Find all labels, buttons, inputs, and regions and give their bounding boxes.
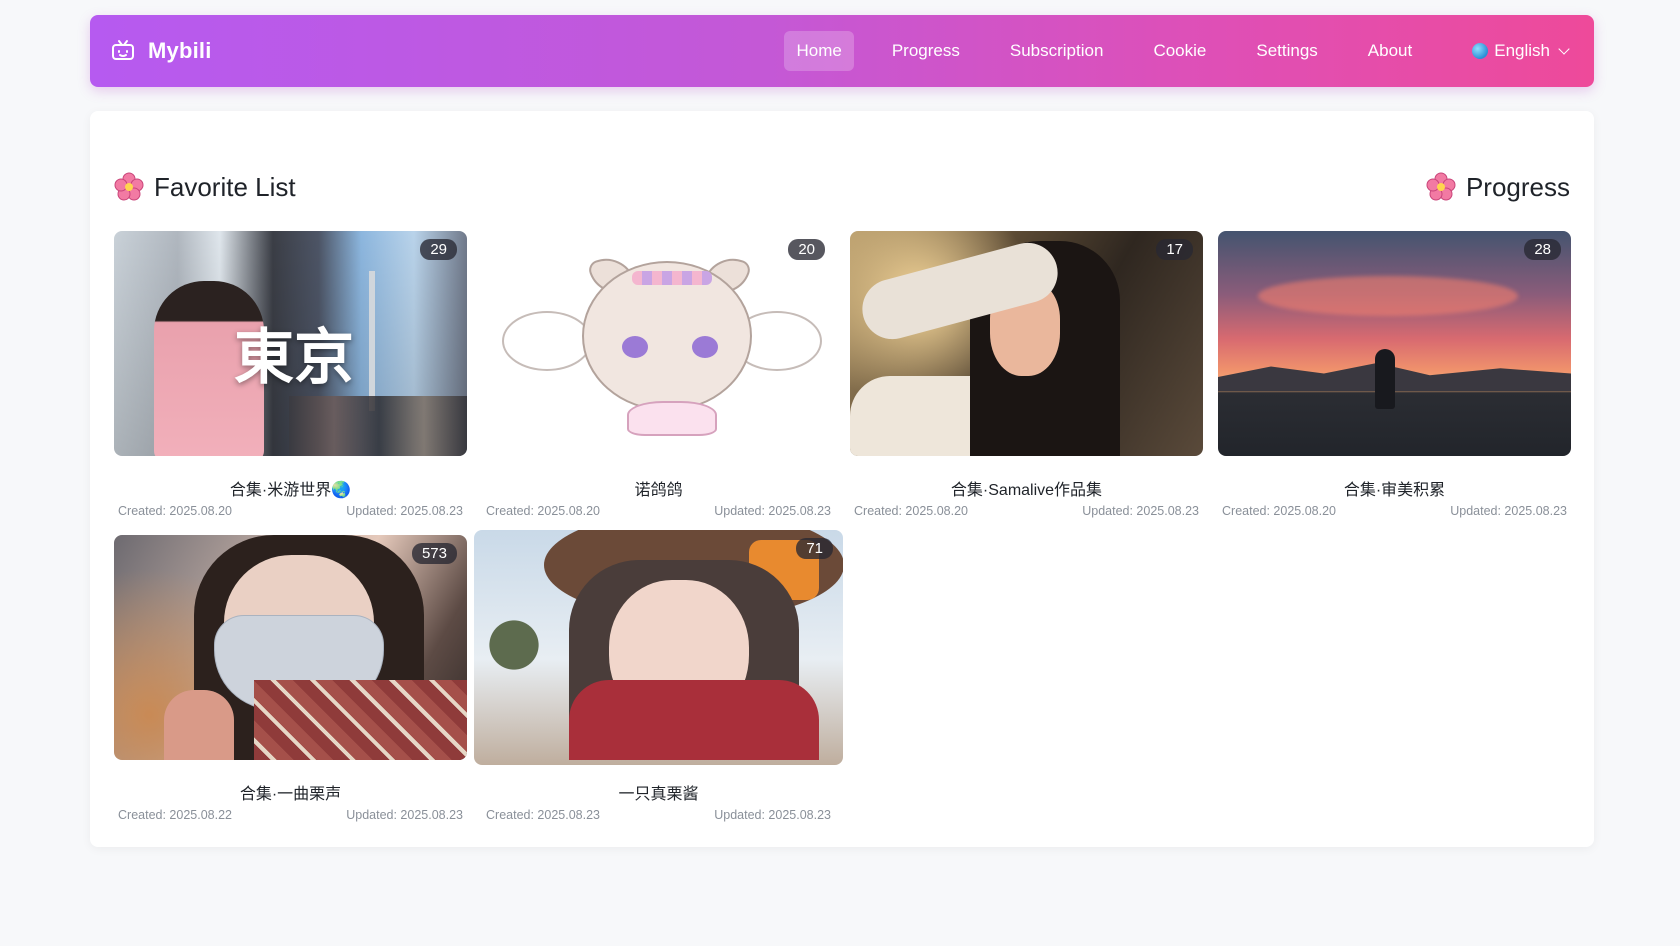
top-navbar: Mybili Home Progress Subscription Cookie… [90,15,1594,87]
favorite-list-title: Favorite List [114,172,296,203]
count-badge: 29 [420,239,457,260]
language-selector[interactable]: English [1466,31,1574,71]
brand-name: Mybili [148,38,212,63]
count-badge: 28 [1524,239,1561,260]
brand[interactable]: Mybili [110,38,212,64]
updated-date: Updated: 2025.08.23 [714,504,831,518]
updated-date: Updated: 2025.08.23 [346,504,463,518]
nav-item-about[interactable]: About [1356,31,1424,71]
progress-title[interactable]: Progress [1426,172,1570,203]
count-badge: 71 [796,538,833,559]
count-badge: 20 [788,239,825,260]
updated-date: Updated: 2025.08.23 [346,808,463,822]
chevron-down-icon [1558,43,1570,55]
nav-item-cookie[interactable]: Cookie [1141,31,1218,71]
favorites-panel: Favorite List Progress 東京 29 合集·米游世界🌏 Cr… [90,111,1594,847]
favorite-title[interactable]: 合集·Samalive作品集 [850,476,1203,499]
sakura-flower-icon [114,172,144,202]
favorite-card[interactable]: 71 一只真栗酱 Created: 2025.08.23 Updated: 20… [474,530,843,822]
section-header: Favorite List Progress [114,167,1570,207]
created-date: Created: 2025.08.20 [118,504,232,518]
favorite-thumbnail[interactable]: 20 [482,231,835,456]
favorite-card[interactable]: 20 诺鸽鸽 Created: 2025.08.20 Updated: 2025… [482,231,835,518]
favorite-title[interactable]: 一只真栗酱 [474,780,843,803]
nav-item-progress[interactable]: Progress [880,31,972,71]
favorite-title[interactable]: 合集·审美积累 [1218,476,1571,499]
created-date: Created: 2025.08.20 [1222,504,1336,518]
created-date: Created: 2025.08.22 [118,808,232,822]
favorite-meta: Created: 2025.08.20 Updated: 2025.08.23 [850,504,1203,518]
updated-date: Updated: 2025.08.23 [714,808,831,822]
updated-date: Updated: 2025.08.23 [1082,504,1199,518]
thumbnail-caption: 東京 [234,323,354,393]
favorite-meta: Created: 2025.08.23 Updated: 2025.08.23 [474,808,843,822]
favorite-thumbnail[interactable]: 17 [850,231,1203,456]
nav-menu: Home Progress Subscription Cookie Settin… [784,31,1574,71]
favorite-card[interactable]: 東京 29 合集·米游世界🌏 Created: 2025.08.20 Updat… [114,231,467,518]
favorite-meta: Created: 2025.08.20 Updated: 2025.08.23 [482,504,835,518]
favorite-thumbnail[interactable]: 東京 29 [114,231,467,456]
favorite-thumbnail[interactable]: 28 [1218,231,1571,456]
favorite-thumbnail[interactable]: 573 [114,535,467,760]
progress-label: Progress [1465,171,1570,202]
nav-item-settings[interactable]: Settings [1244,31,1329,71]
sakura-flower-icon [1426,172,1456,202]
favorite-meta: Created: 2025.08.20 Updated: 2025.08.23 [114,504,467,518]
count-badge: 17 [1156,239,1193,260]
favorite-card[interactable]: 573 合集·一曲栗声 Created: 2025.08.22 Updated:… [114,535,467,822]
nav-item-home[interactable]: Home [784,31,854,71]
created-date: Created: 2025.08.20 [854,504,968,518]
count-badge: 573 [411,543,457,564]
favorite-card[interactable]: 17 合集·Samalive作品集 Created: 2025.08.20 Up… [850,231,1203,518]
favorite-title[interactable]: 合集·米游世界🌏 [114,476,467,499]
favorite-thumbnail[interactable]: 71 [474,530,843,765]
globe-icon [1472,43,1489,59]
favorite-meta: Created: 2025.08.22 Updated: 2025.08.23 [114,808,467,822]
favorite-title[interactable]: 诺鸽鸽 [482,476,835,499]
nav-item-subscription[interactable]: Subscription [998,31,1116,71]
tv-icon [110,38,136,64]
favorite-title[interactable]: 合集·一曲栗声 [114,780,467,803]
favorite-card[interactable]: 28 合集·审美积累 Created: 2025.08.20 Updated: … [1218,231,1571,518]
updated-date: Updated: 2025.08.23 [1450,504,1567,518]
favorite-list-label: Favorite List [154,171,296,202]
favorite-meta: Created: 2025.08.20 Updated: 2025.08.23 [1218,504,1571,518]
language-label: English [1494,41,1550,60]
created-date: Created: 2025.08.20 [486,504,600,518]
created-date: Created: 2025.08.23 [486,808,600,822]
